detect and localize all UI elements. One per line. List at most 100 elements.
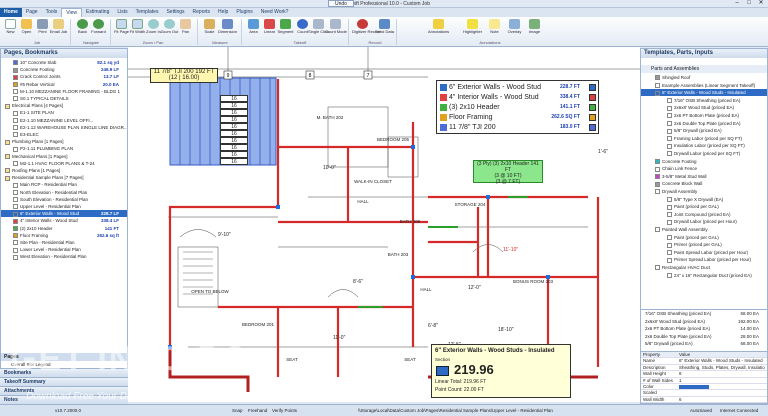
- bookmark-row[interactable]: Roofing Plans [1 Pages]: [1, 167, 127, 174]
- part-row[interactable]: 6" Exterior Walls - Wood Studs - Insulat…: [641, 89, 767, 97]
- bookmark-row[interactable]: Floor Framing 262.6 sq ft: [1, 232, 127, 239]
- bookmark-row[interactable]: 6" Exterior Walls - Wood Stud 228.7 LF: [1, 210, 127, 218]
- bookmark-row[interactable]: Concrete Footing 246.9 LF: [1, 66, 127, 73]
- bookmark-row[interactable]: E2-1.10 MEZZANINE LEVEL OFFI...: [1, 117, 127, 124]
- bookmark-row[interactable]: Upper Level - Residential Plan: [1, 203, 127, 210]
- part-row[interactable]: 3-5/8" Metal Stud Wall: [641, 173, 767, 180]
- part-row[interactable]: 24" x 16" Rectangular Duct (priced EA): [641, 272, 767, 279]
- tab-help[interactable]: Help: [214, 8, 232, 17]
- status-verify[interactable]: Verify Points: [272, 408, 297, 413]
- part-row[interactable]: Drywall Labor (priced per Hour): [641, 218, 767, 225]
- tab-tools[interactable]: Tools: [42, 8, 62, 17]
- takeoff-legend[interactable]: 6" Exterior Walls - Wood Stud 228.7 FT 4" …: [436, 80, 599, 134]
- bookmark-row[interactable]: Crack Control Joints 13.7 LF: [1, 73, 127, 80]
- note-button[interactable]: Note: [488, 19, 501, 34]
- bookmark-row[interactable]: 10" Concrete Slab 82.1 sq yd: [1, 59, 127, 66]
- part-row[interactable]: Insulation Labor (priced per SQ FT): [641, 142, 767, 149]
- part-row[interactable]: Drywall Assembly: [641, 188, 767, 195]
- minimize-button[interactable]: –: [732, 0, 742, 7]
- legend-row[interactable]: 4" Interior Walls - Wood Stud 338.4 FT: [440, 93, 598, 102]
- bookmark-row[interactable]: Site Plan - Residential Plan: [1, 239, 127, 246]
- bookmark-row[interactable]: 4" Interior Walls - Wood Stud 338.4 LF: [1, 217, 127, 224]
- price-row[interactable]: 7/16" OSB Sheathing (priced EA) 68.00 EA: [641, 310, 767, 317]
- tab-plugins[interactable]: Plugins: [232, 8, 256, 17]
- part-row[interactable]: Primer Spread Labor (priced per Hour): [641, 256, 767, 263]
- property-value[interactable]: 6: [679, 397, 765, 402]
- tab-lists[interactable]: Lists: [113, 8, 131, 17]
- part-row[interactable]: Primer (priced per GAL): [641, 241, 767, 248]
- bookmark-row[interactable]: Residential Sample Plans [7 Pages]: [1, 174, 127, 181]
- part-row[interactable]: Paint (priced per GAL): [641, 234, 767, 241]
- color-swatch[interactable]: [679, 385, 709, 389]
- tab-templates[interactable]: Templates: [132, 8, 163, 17]
- bookmark-row[interactable]: M-1.10 MEZZANINE FLOOR FRAMING - BLDG 1: [1, 88, 127, 95]
- tab-reports[interactable]: Reports: [189, 8, 215, 17]
- price-row[interactable]: 2x6 Double Top Plate (priced EA) 28.00 EA: [641, 333, 767, 340]
- tab-need-work[interactable]: Need Work?: [257, 8, 293, 17]
- bookmark-row[interactable]: North Elevation - Residential Plan: [1, 189, 127, 196]
- digitizer-record-button[interactable]: Digitizer Record: [352, 19, 380, 34]
- highlighter-button[interactable]: Highlighter: [463, 19, 482, 34]
- single-click-button[interactable]: Single Click: [308, 19, 329, 34]
- forward-button[interactable]: Forward: [91, 19, 106, 34]
- bookmark-row[interactable]: Lower Level - Residential Plan: [1, 246, 127, 253]
- part-row[interactable]: Framing Labor (priced per SQ FT): [641, 135, 767, 142]
- tab-view[interactable]: View: [61, 8, 83, 17]
- email-job-button[interactable]: Email Job: [50, 19, 67, 34]
- tab-home-app[interactable]: Home: [0, 8, 22, 17]
- bookmark-row[interactable]: Plumbing Plans [1 Pages]: [1, 138, 127, 145]
- bookmark-row[interactable]: P2-1.11 PLUMBING PLAN: [1, 145, 127, 152]
- tab-page[interactable]: Page: [22, 8, 42, 17]
- part-row[interactable]: Concrete Block Wall: [641, 180, 767, 187]
- bookmark-row[interactable]: M2-1.1 HVAC FLOOR PLANS & T-24: [1, 160, 127, 167]
- tab-settings[interactable]: Settings: [162, 8, 188, 17]
- tab-estimating[interactable]: Estimating: [82, 8, 113, 17]
- price-row[interactable]: 5/8" Drywall (priced EA) 68.00 EA: [641, 340, 767, 347]
- bookmark-row[interactable]: West Elevation - Residential Plan: [1, 253, 127, 260]
- price-row[interactable]: 2x6 PT Bottom Plate (priced EA) 14.00 EA: [641, 325, 767, 332]
- bookmark-row[interactable]: Main RCP - Residential Plan: [1, 181, 127, 188]
- part-row[interactable]: 7/16" OSB Sheathing (priced EA): [641, 97, 767, 104]
- send-data-button[interactable]: Send Data: [375, 19, 394, 34]
- scale-button[interactable]: Scale: [203, 19, 216, 34]
- annotations-button[interactable]: Annotations: [428, 19, 449, 34]
- part-row[interactable]: 2x6 Double Top Plate (priced EA): [641, 120, 767, 127]
- part-row[interactable]: Painted Wall Assembly: [641, 226, 767, 233]
- close-button[interactable]: ✕: [756, 0, 766, 7]
- parts-assemblies-header[interactable]: Parts and Assemblies: [641, 65, 767, 73]
- legend-row[interactable]: 6" Exterior Walls - Wood Stud 228.7 FT: [440, 83, 598, 92]
- property-row[interactable]: Wall Width 6: [641, 397, 767, 403]
- bookmark-row[interactable]: Electrical Plans [4 Pages]: [1, 102, 127, 109]
- part-row[interactable]: 5/8" Type X Drywall (EA): [641, 196, 767, 203]
- status-snap[interactable]: Snap: [232, 408, 243, 413]
- bookmark-row[interactable]: E1-1 SITE PLAN: [1, 109, 127, 116]
- image-button[interactable]: Image: [528, 19, 541, 34]
- pan-button[interactable]: Pan: [179, 19, 192, 34]
- bookmark-row[interactable]: (2) 2x10 Header 141 FT: [1, 225, 127, 232]
- legend-row[interactable]: Floor Framing 262.6 SQ FT: [440, 113, 598, 122]
- bookmark-row[interactable]: E3-ELEC: [1, 131, 127, 138]
- maximize-button[interactable]: □: [744, 0, 754, 7]
- part-row[interactable]: 2x6 PT Bottom Plate (priced EA): [641, 112, 767, 119]
- bookmark-row[interactable]: S0.1 TYPICAL DETAILS: [1, 95, 127, 102]
- part-row[interactable]: Shingled Roof: [641, 74, 767, 81]
- part-row[interactable]: 5/8" Drywall (priced EA): [641, 127, 767, 134]
- part-row[interactable]: Drywall Labor (priced per SQ FT): [641, 150, 767, 157]
- status-freehand[interactable]: Freehand: [248, 408, 267, 413]
- part-row[interactable]: Rectangular HVAC Duct: [641, 264, 767, 271]
- legend-row[interactable]: (3) 2x10 Header 141.1 FT: [440, 103, 598, 112]
- part-row[interactable]: Paint (priced per GAL): [641, 203, 767, 210]
- bookmark-row[interactable]: South Elevation - Residential Plan: [1, 196, 127, 203]
- header-callout[interactable]: (3 Ply) (3) 2x10 Header 141 FT (3 @ 10 F…: [473, 160, 543, 185]
- floor-framing-label[interactable]: 11 7/8" TJI 200 192 FT (12 | 16.00): [150, 68, 218, 83]
- segment-button[interactable]: Segment: [277, 19, 294, 34]
- dimension-button[interactable]: Dimension: [218, 19, 237, 34]
- overlay-button[interactable]: Overlay: [508, 19, 521, 34]
- count-mode-button[interactable]: Count Mode: [325, 19, 347, 34]
- part-row[interactable]: Chain Link Fence: [641, 165, 767, 172]
- undo-button[interactable]: Undo: [328, 0, 354, 7]
- bookmark-row[interactable]: #5 Rebar Vertical 20.0 EA: [1, 81, 127, 88]
- bookmark-row[interactable]: Mechanical Plans [1 Pages]: [1, 153, 127, 160]
- legend-row[interactable]: 11 7/8" TJI 200 183.0 FT: [440, 123, 598, 132]
- part-row[interactable]: 2x6x8' Wood Stud (priced EA): [641, 104, 767, 111]
